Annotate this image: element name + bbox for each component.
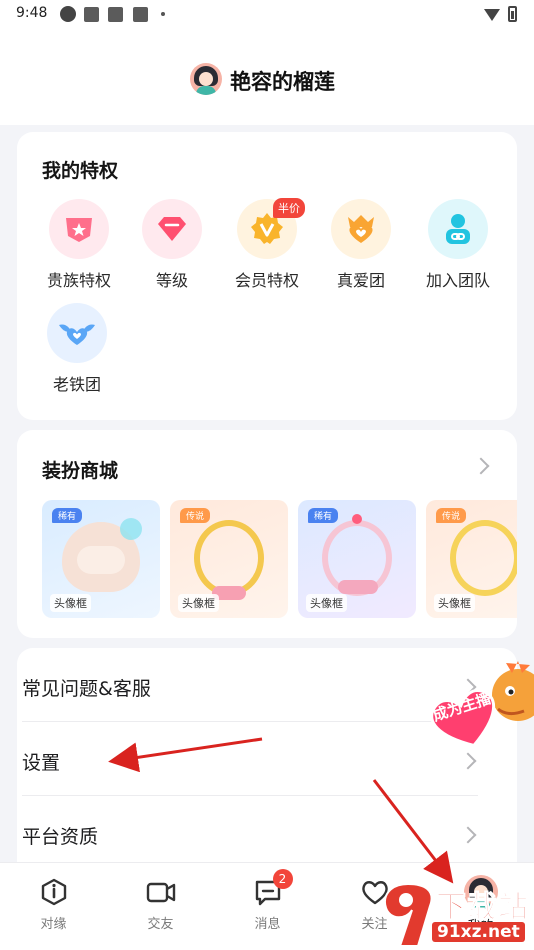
watermark-logo-icon	[384, 882, 433, 947]
frame-label: 头像框	[434, 594, 475, 612]
noble-crown-icon	[49, 199, 109, 259]
chevron-right-icon	[459, 826, 477, 844]
rarity-tag: 稀有	[308, 508, 339, 523]
privilege-buddy-group[interactable]: 老铁团	[32, 303, 122, 395]
notification-icon	[84, 7, 99, 22]
menu-item-faq-support[interactable]: 常见问题&客服	[22, 650, 478, 724]
become-streamer-promo[interactable]: 成为主播	[428, 655, 534, 755]
privilege-label: 贵族特权	[46, 271, 111, 290]
tab-label: 消息	[254, 917, 281, 932]
team-link-icon	[428, 199, 488, 259]
diamond-icon	[142, 199, 202, 259]
golden-frame-image	[194, 520, 264, 596]
wifi-icon	[484, 9, 500, 21]
chevron-right-icon	[459, 752, 477, 770]
unread-badge: 2	[272, 869, 293, 889]
shop-card: 装扮商城 稀有 头像框 传说 头像框 稀有 头像框 传说 头像框	[17, 430, 517, 638]
shop-item[interactable]: 稀有 头像框	[298, 500, 416, 618]
watermark-url: 91xz.net	[432, 922, 525, 942]
video-camera-icon	[146, 877, 176, 907]
shop-item[interactable]: 传说 头像框	[426, 500, 517, 618]
app-status-icon	[60, 6, 76, 22]
half-price-badge: 半价	[273, 198, 305, 218]
frame-label: 头像框	[50, 594, 91, 612]
privilege-level[interactable]: 等级	[127, 199, 217, 291]
menu-item-label: 平台资质	[22, 826, 99, 848]
frame-label: 头像框	[306, 594, 347, 612]
privilege-label: 等级	[155, 271, 188, 290]
username[interactable]: 艳容的榴莲	[230, 66, 335, 96]
menu-item-label: 设置	[22, 752, 61, 774]
shop-item[interactable]: 稀有 头像框	[42, 500, 160, 618]
privilege-label: 真爱团	[336, 271, 385, 290]
privileges-card: 我的特权 贵族特权 等级 半价 会员特权 真爱团 加入团队 老铁团	[17, 132, 517, 420]
privileges-title: 我的特权	[42, 160, 119, 182]
privilege-label: 加入团队	[425, 271, 490, 290]
more-notifications-icon	[161, 12, 165, 16]
rarity-tag: 传说	[180, 508, 211, 523]
privilege-noble[interactable]: 贵族特权	[34, 199, 124, 291]
chevron-right-icon[interactable]	[472, 457, 490, 475]
watermark-title: 下载站	[436, 890, 529, 926]
golden-frame-image	[450, 520, 517, 596]
profile-header: 艳容的榴莲	[0, 30, 534, 125]
privilege-label: 老铁团	[52, 375, 101, 394]
shop-title[interactable]: 装扮商城	[42, 456, 118, 483]
heart-wings-icon	[47, 303, 107, 363]
heart-crown-icon	[331, 199, 391, 259]
avatar[interactable]	[190, 63, 222, 95]
privilege-vip[interactable]: 半价 会员特权	[222, 198, 312, 291]
privilege-join-team[interactable]: 加入团队	[413, 199, 503, 291]
info-circle-icon	[39, 877, 69, 907]
divider	[22, 795, 478, 796]
tab-label: 交友	[147, 917, 174, 932]
vip-badge-icon: 半价	[237, 198, 305, 259]
status-time: 9:48	[16, 5, 48, 21]
frame-label: 头像框	[178, 594, 219, 612]
message-icon: 2	[253, 869, 293, 907]
menu-item-platform-qualification[interactable]: 平台资质	[22, 798, 478, 872]
tab-match[interactable]: 对缘	[0, 863, 107, 950]
site-watermark: 下载站 91xz.net	[378, 880, 534, 950]
notification-icon	[133, 7, 148, 22]
menu-item-label: 常见问题&客服	[22, 678, 151, 700]
rarity-tag: 传说	[436, 508, 467, 523]
notification-icon	[108, 7, 123, 22]
battery-icon	[508, 6, 517, 22]
tab-friends[interactable]: 交友	[107, 863, 214, 950]
rarity-tag: 稀有	[52, 508, 83, 523]
tab-label: 对缘	[40, 917, 67, 932]
menu-item-settings[interactable]: 设置	[22, 724, 478, 798]
privilege-true-love[interactable]: 真爱团	[316, 199, 406, 291]
tab-messages[interactable]: 2 消息	[214, 863, 321, 950]
status-bar: 9:48	[0, 0, 534, 30]
privilege-label: 会员特权	[234, 271, 299, 290]
divider	[22, 721, 478, 722]
shop-item[interactable]: 传说 头像框	[170, 500, 288, 618]
